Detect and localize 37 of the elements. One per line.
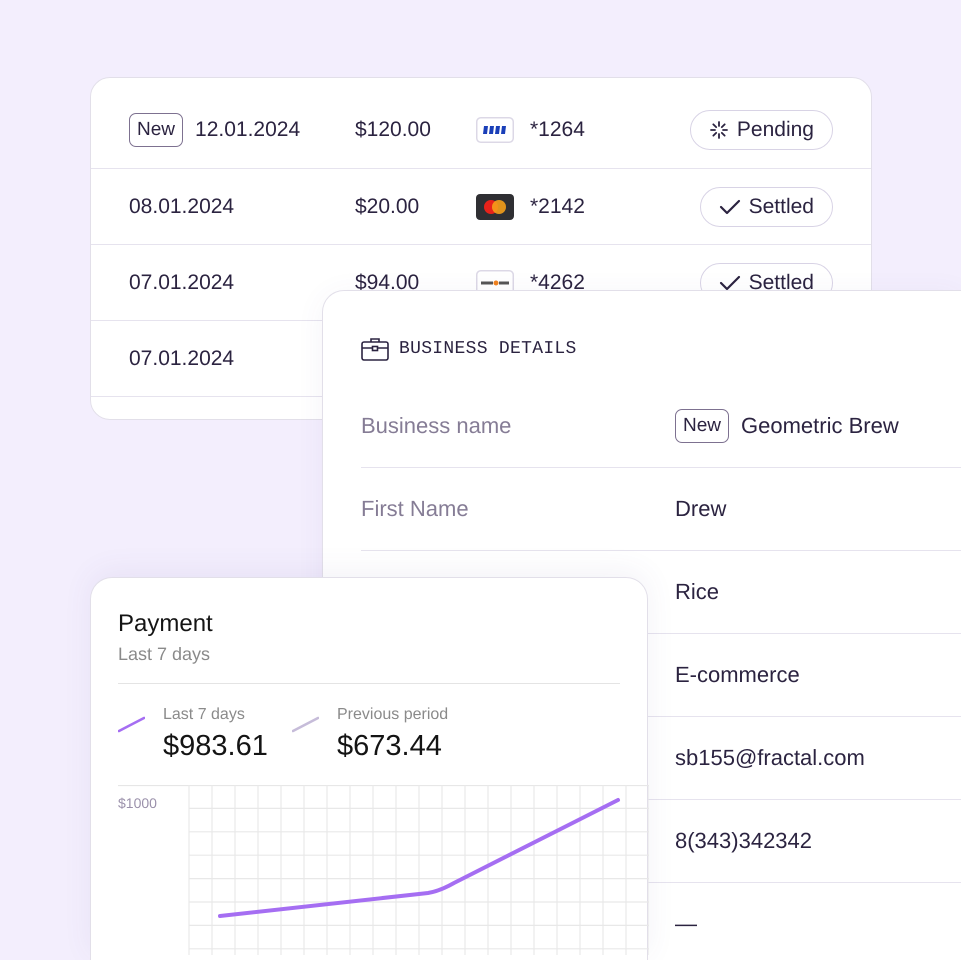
status-badge: Pending [690,110,833,150]
card-brand-icon [476,117,514,143]
legend-value: $673.44 [337,730,443,763]
field-value: E-commerce [675,662,800,688]
amount-text: $94.00 [355,270,420,294]
card-brand-icon [476,194,514,220]
field-value: Drew [675,496,726,522]
amount-text: $20.00 [355,194,420,218]
legend-label: Last 7 days [163,706,246,724]
card-title: Payment [118,610,214,638]
field-label: First Name [361,496,469,521]
new-badge: New [675,408,730,444]
section-title: BUSINESS DETAILS [399,339,577,359]
field-value: sb155@fractal.com [675,745,865,771]
check-icon [718,274,741,292]
field-label: Business name [361,413,512,438]
date-text: 07.01.2024 [129,346,234,370]
date-text: 12.01.2024 [195,118,300,142]
briefcase-icon [361,337,389,361]
spinner-icon [708,120,729,140]
card-number-text: *2142 [530,194,585,218]
card-subtitle: Last 7 days [118,644,212,665]
card-number-text: *1264 [530,118,585,141]
new-badge: New [129,112,184,148]
legend-label: Previous period [337,706,448,724]
check-icon [718,198,741,216]
status-badge: Settled [700,186,833,226]
date-text: 07.01.2024 [129,270,234,294]
field-value: Geometric Brew [741,412,899,439]
axis-label: $1000 [118,795,157,811]
field-value: Rice [675,579,720,605]
date-text: 08.01.2024 [129,194,234,218]
amount-text: $120.00 [355,118,431,141]
legend-value: $983.61 [163,730,268,763]
field-value: 8(343)342342 [675,828,812,854]
card-number-text: *4262 [530,270,585,294]
field-value: — [675,911,697,937]
